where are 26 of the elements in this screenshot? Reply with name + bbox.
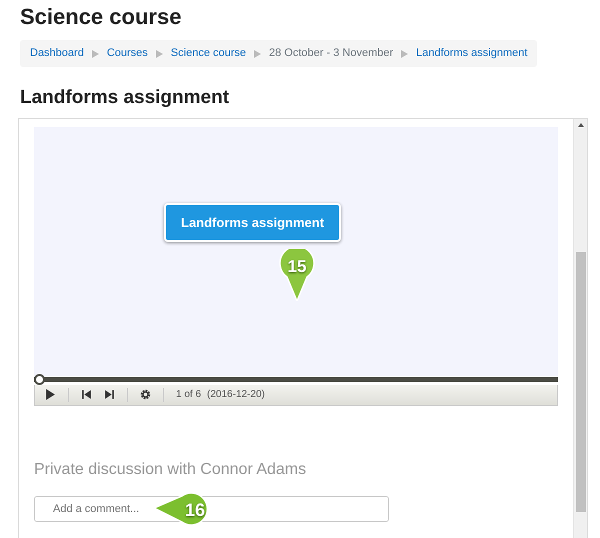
section-heading: Landforms assignment bbox=[20, 86, 230, 110]
settings-icon[interactable] bbox=[140, 389, 151, 400]
previous-icon[interactable] bbox=[81, 389, 92, 400]
breadcrumb-link[interactable]: Dashboard bbox=[30, 45, 84, 62]
scrollbar[interactable] bbox=[573, 118, 587, 538]
breadcrumb-link[interactable]: Science course bbox=[170, 45, 246, 62]
separator-icon bbox=[401, 50, 408, 58]
next-icon[interactable] bbox=[104, 389, 115, 400]
separator-icon bbox=[156, 50, 163, 58]
separator-icon bbox=[92, 50, 99, 58]
progress-track[interactable] bbox=[34, 374, 558, 385]
callout-pin-icon bbox=[279, 248, 315, 301]
slide-title-button[interactable]: Landforms assignment bbox=[164, 202, 342, 242]
discussion-title: Private discussion with Connor Adams bbox=[34, 460, 308, 480]
play-icon[interactable] bbox=[45, 389, 56, 400]
page-title: Science course bbox=[20, 4, 182, 30]
scroll-up-icon[interactable] bbox=[578, 122, 584, 127]
callout-number: 15 bbox=[286, 256, 308, 278]
scrollbar-thumb[interactable] bbox=[576, 252, 586, 512]
slide-date: (2016-12-20) bbox=[207, 388, 265, 402]
breadcrumb-link[interactable]: Landforms assignment bbox=[416, 45, 528, 62]
callout-number: 16 bbox=[184, 498, 206, 522]
separator-icon bbox=[254, 50, 262, 58]
breadcrumb-text: 28 October - 3 November bbox=[269, 46, 394, 62]
slide-position: 1 of 6 bbox=[176, 388, 202, 402]
breadcrumb-link[interactable]: Courses bbox=[106, 45, 148, 62]
